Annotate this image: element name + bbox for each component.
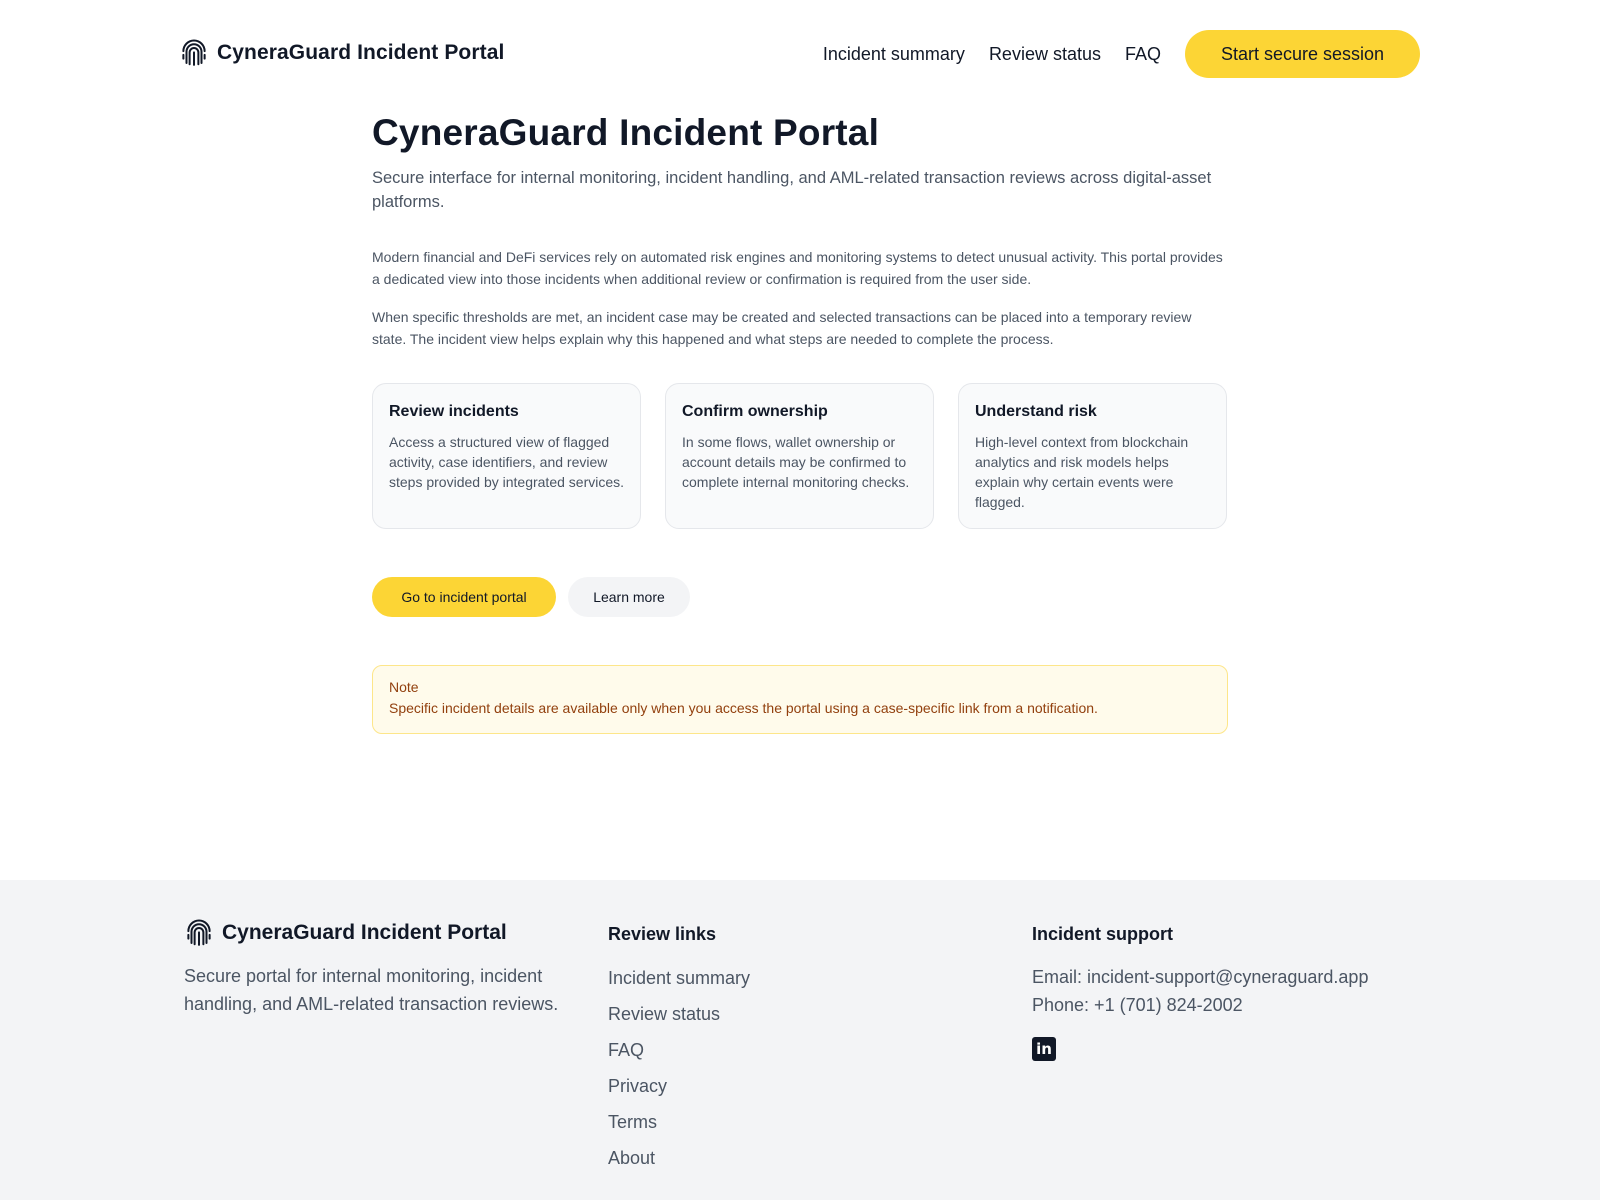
card-title: Understand risk bbox=[975, 403, 1097, 420]
card-description: Access a structured view of flagged acti… bbox=[389, 434, 625, 490]
support-phone[interactable]: Phone: +1 (701) 824-2002 bbox=[1032, 991, 1432, 1019]
go-to-incident-portal-button[interactable]: Go to incident portal bbox=[372, 577, 556, 617]
footer-brand[interactable]: CyneraGuard Incident Portal bbox=[184, 918, 574, 948]
process-paragraph: When specific thresholds are met, an inc… bbox=[372, 309, 1192, 347]
card-title: Review incidents bbox=[389, 403, 519, 420]
main-content: CyneraGuard Incident Portal Secure inter… bbox=[372, 108, 1228, 734]
nav-review-status[interactable]: Review status bbox=[989, 44, 1101, 65]
site-header: CyneraGuard Incident Portal Incident sum… bbox=[0, 0, 1600, 108]
footer-brand-name: CyneraGuard Incident Portal bbox=[222, 921, 507, 944]
footer-link-about[interactable]: About bbox=[608, 1147, 988, 1183]
card-title: Confirm ownership bbox=[682, 403, 828, 420]
card-description: In some flows, wallet ownership or accou… bbox=[682, 434, 910, 490]
card-description: High-level context from blockchain analy… bbox=[975, 434, 1189, 510]
footer-links-column: Review links Incident summary Review sta… bbox=[608, 920, 988, 1183]
action-buttons: Go to incident portal Learn more bbox=[372, 577, 1228, 617]
site-footer: CyneraGuard Incident Portal Secure porta… bbox=[0, 880, 1600, 1200]
page-subtitle: Secure interface for internal monitoring… bbox=[372, 169, 1212, 211]
note-title: Note bbox=[389, 679, 419, 695]
nav-incident-summary[interactable]: Incident summary bbox=[823, 44, 965, 65]
footer-brand-column: CyneraGuard Incident Portal Secure porta… bbox=[184, 918, 574, 1018]
start-secure-session-button[interactable]: Start secure session bbox=[1185, 30, 1420, 78]
footer-link-incident-summary[interactable]: Incident summary bbox=[608, 967, 988, 1003]
footer-link-faq[interactable]: FAQ bbox=[608, 1039, 988, 1075]
footer-link-terms[interactable]: Terms bbox=[608, 1111, 988, 1147]
note-text: Specific incident details are available … bbox=[389, 700, 1098, 716]
linkedin-icon[interactable]: in bbox=[1032, 1037, 1056, 1061]
note-box: Note Specific incident details are avail… bbox=[372, 665, 1228, 734]
page-title: CyneraGuard Incident Portal bbox=[372, 112, 880, 153]
card-confirm-ownership: Confirm ownership In some flows, wallet … bbox=[665, 383, 934, 529]
fingerprint-icon bbox=[182, 39, 206, 66]
footer-description: Secure portal for internal monitoring, i… bbox=[184, 966, 559, 1014]
card-review-incidents: Review incidents Access a structured vie… bbox=[372, 383, 641, 529]
support-email[interactable]: Email: incident-support@cyneraguard.app bbox=[1032, 963, 1432, 991]
footer-links-heading: Review links bbox=[608, 924, 717, 944]
footer-links-list: Incident summary Review status FAQ Priva… bbox=[608, 967, 988, 1183]
footer-support-column: Incident support Email: incident-support… bbox=[1032, 920, 1432, 1061]
card-understand-risk: Understand risk High-level context from … bbox=[958, 383, 1227, 529]
brand-name: CyneraGuard Incident Portal bbox=[217, 41, 505, 64]
footer-link-review-status[interactable]: Review status bbox=[608, 1003, 988, 1039]
intro-paragraph: Modern financial and DeFi services rely … bbox=[372, 249, 1223, 287]
main-nav: Incident summary Review status FAQ Start… bbox=[823, 30, 1420, 78]
brand-logo-link[interactable]: CyneraGuard Incident Portal bbox=[179, 38, 504, 68]
footer-support-heading: Incident support bbox=[1032, 924, 1173, 944]
nav-faq[interactable]: FAQ bbox=[1125, 44, 1161, 65]
footer-link-privacy[interactable]: Privacy bbox=[608, 1075, 988, 1111]
learn-more-button[interactable]: Learn more bbox=[568, 577, 690, 617]
fingerprint-icon bbox=[187, 919, 211, 946]
feature-cards: Review incidents Access a structured vie… bbox=[372, 383, 1228, 529]
